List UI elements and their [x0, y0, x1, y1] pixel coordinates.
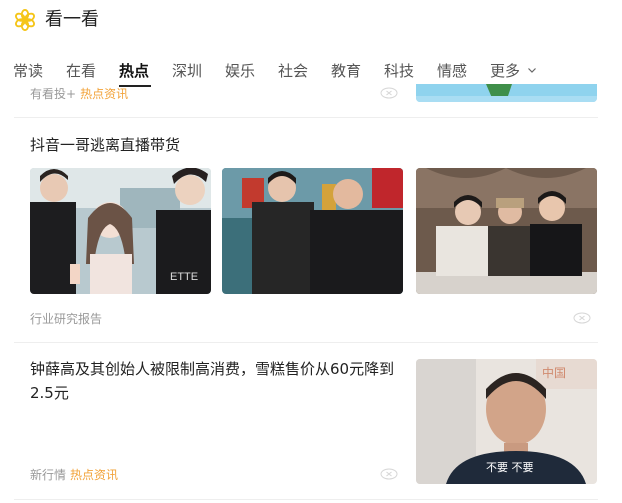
- app-title: 看一看: [45, 9, 99, 30]
- feed-source: 有看投+: [30, 87, 77, 101]
- feed-divider: [14, 342, 598, 343]
- feed-tag: 热点资讯: [80, 87, 129, 101]
- tab-emotion[interactable]: 情感: [437, 60, 467, 82]
- video-caption: 不要 不要: [486, 461, 534, 474]
- tab-society[interactable]: 社会: [278, 60, 308, 82]
- svg-text:中国: 中国: [542, 365, 566, 380]
- feed-divider: [14, 499, 598, 500]
- tab-shenzhen[interactable]: 深圳: [172, 60, 202, 82]
- feed-thumbnail[interactable]: [416, 84, 597, 102]
- feed-tag: 热点资讯: [70, 468, 119, 482]
- dislike-icon[interactable]: [573, 312, 591, 324]
- selfie-photo: ETTE: [30, 168, 211, 294]
- dislike-icon[interactable]: [380, 87, 398, 99]
- tab-hotspot[interactable]: 热点: [119, 60, 149, 82]
- tab-education[interactable]: 教育: [331, 60, 361, 82]
- feed-source: 新行情: [30, 468, 67, 482]
- tab-more-label: 更多: [490, 62, 521, 80]
- feed-title[interactable]: 抖音一哥逃离直播带货: [30, 133, 180, 157]
- tab-more[interactable]: 更多: [490, 60, 537, 82]
- feed-source: 行业研究报告: [30, 312, 103, 326]
- chevron-down-icon: [527, 68, 536, 73]
- tab-zaikan[interactable]: 在看: [66, 60, 96, 82]
- restaurant-photo: [416, 168, 597, 294]
- feed-item-meta: 新行情 热点资讯: [30, 467, 118, 483]
- tab-technology[interactable]: 科技: [384, 60, 414, 82]
- tab-changdu[interactable]: 常读: [13, 60, 43, 82]
- feed-image-1[interactable]: ETTE: [30, 168, 211, 294]
- feed-image-3[interactable]: [416, 168, 597, 294]
- flower-logo-icon: [15, 9, 35, 31]
- thumbnail-image: [416, 84, 597, 102]
- header: 看一看: [0, 0, 622, 52]
- feed-thumbnail[interactable]: 中国 不要 不要: [416, 359, 597, 484]
- feed-divider: [14, 117, 598, 118]
- feed-image-2[interactable]: [222, 168, 403, 294]
- tab-entertainment[interactable]: 娱乐: [225, 60, 255, 82]
- svg-text:ETTE: ETTE: [170, 271, 198, 283]
- dislike-icon[interactable]: [380, 468, 398, 480]
- feed-title[interactable]: 钟薛高及其创始人被限制高消费，雪糕售价从60元降到2.5元: [30, 357, 400, 405]
- feed-item-meta: 行业研究报告: [30, 311, 102, 327]
- festive-room-photo: [222, 168, 403, 294]
- feed-item-meta: 有看投+ 热点资讯: [30, 86, 128, 102]
